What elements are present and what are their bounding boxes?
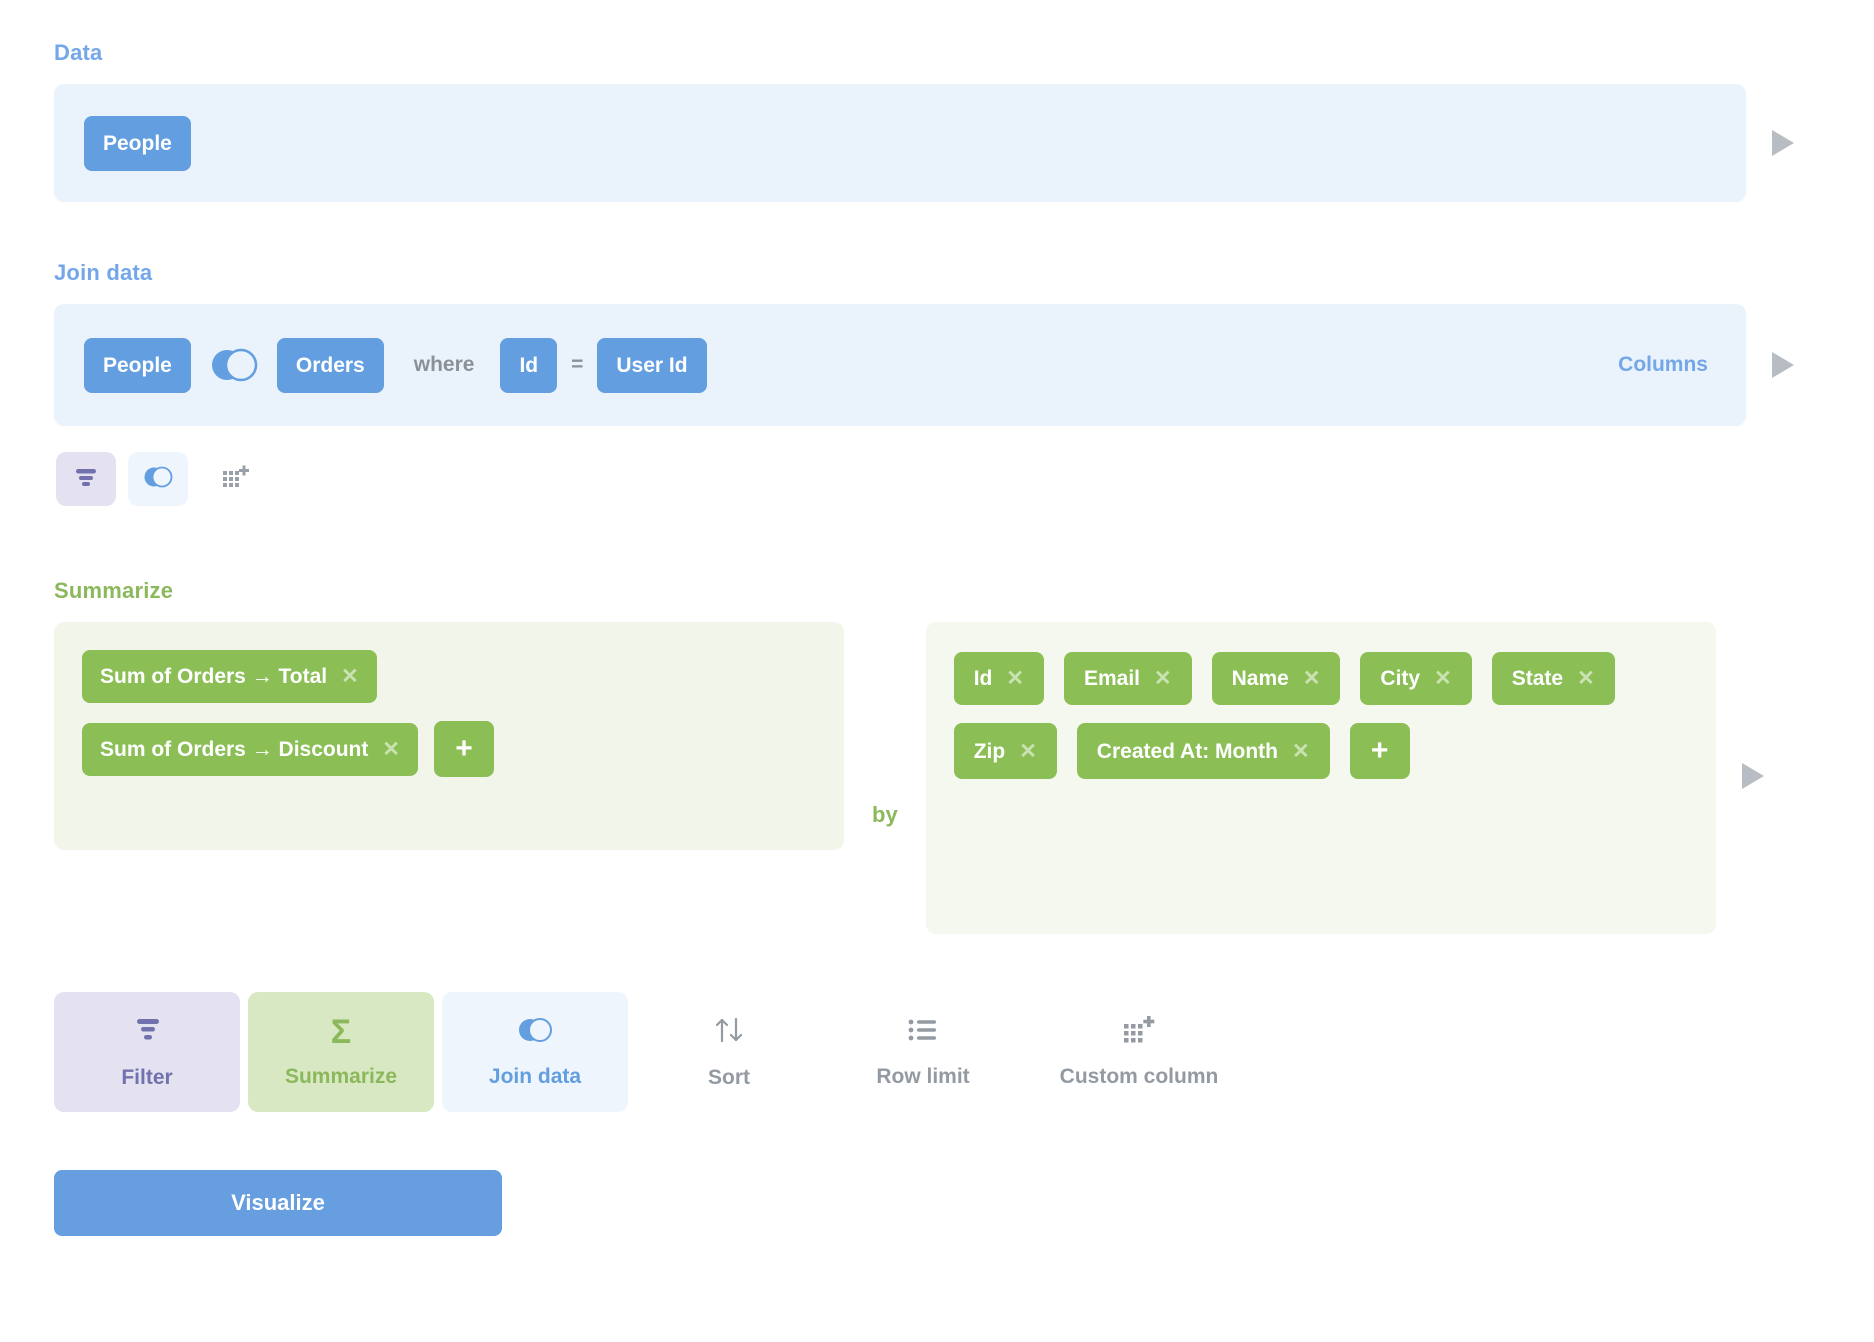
- join-left-table-pill[interactable]: People: [84, 338, 191, 393]
- remove-breakout-icon[interactable]: ✕: [1434, 668, 1452, 689]
- breakout-pill[interactable]: City ✕: [1360, 652, 1471, 705]
- breakout-panel: Id ✕ Email ✕ Name ✕ City ✕ State ✕: [926, 622, 1716, 934]
- step-action-icon-strip: [56, 452, 1874, 506]
- aggregation-panel: Sum of Orders → Total ✕ Sum of Orders → …: [54, 622, 844, 850]
- add-aggregation-button[interactable]: +: [434, 721, 494, 777]
- list-icon: [906, 1016, 940, 1049]
- remove-breakout-icon[interactable]: ✕: [1019, 741, 1037, 762]
- play-icon: [1740, 761, 1766, 796]
- remove-aggregation-icon[interactable]: ✕: [341, 666, 359, 687]
- join-operator-label: =: [571, 353, 583, 377]
- breakout-label: Name: [1232, 668, 1289, 689]
- join-where-label: where: [414, 353, 475, 377]
- remove-breakout-icon[interactable]: ✕: [1154, 668, 1172, 689]
- breakout-label: Email: [1084, 668, 1140, 689]
- breakout-label: Zip: [974, 741, 1006, 762]
- add-filter-icon-button[interactable]: [56, 452, 116, 506]
- summarize-section: Summarize Sum of Orders → Total ✕ Sum of…: [54, 578, 1874, 934]
- join-right-key-pill[interactable]: User Id: [597, 338, 706, 393]
- breakout-pill[interactable]: Created At: Month ✕: [1077, 723, 1330, 779]
- summarize-run-button[interactable]: [1716, 761, 1790, 796]
- remove-breakout-icon[interactable]: ✕: [1292, 741, 1310, 762]
- join-columns-link[interactable]: Columns: [1618, 353, 1716, 377]
- action-row-limit-label: Row limit: [876, 1065, 969, 1089]
- join-step: People Orders where Id = User Id Columns: [54, 304, 1820, 426]
- data-section-title: Data: [54, 40, 1874, 66]
- remove-breakout-icon[interactable]: ✕: [1577, 668, 1595, 689]
- aggregation-label: Sum of Orders → Discount: [100, 739, 368, 760]
- data-run-button[interactable]: [1746, 128, 1820, 158]
- breakout-label: State: [1512, 668, 1563, 689]
- add-custom-column-icon-button[interactable]: [206, 452, 266, 506]
- join-right-table-pill[interactable]: Orders: [277, 338, 384, 393]
- breakout-label: Created At: Month: [1097, 741, 1278, 762]
- breakout-label: Id: [974, 668, 993, 689]
- breakout-label: City: [1380, 668, 1420, 689]
- join-run-button[interactable]: [1746, 350, 1820, 380]
- aggregation-pill[interactable]: Sum of Orders → Total ✕: [82, 650, 377, 703]
- data-table-pill[interactable]: People: [84, 116, 191, 171]
- filter-icon: [72, 465, 100, 494]
- action-custom-column[interactable]: Custom column: [1024, 992, 1254, 1112]
- custom-column-icon: [222, 465, 250, 494]
- data-step: People: [54, 84, 1820, 202]
- join-section: Join data People Orders where Id: [54, 260, 1874, 506]
- action-sort[interactable]: Sort: [636, 992, 822, 1112]
- remove-aggregation-icon[interactable]: ✕: [382, 739, 400, 760]
- action-summarize-label: Summarize: [285, 1065, 397, 1089]
- join-step-panel: People Orders where Id = User Id Columns: [54, 304, 1746, 426]
- summarize-section-title: Summarize: [54, 578, 1874, 604]
- aggregation-pill[interactable]: Sum of Orders → Discount ✕: [82, 723, 418, 776]
- venn-icon: [515, 1016, 555, 1049]
- breakout-pill[interactable]: Zip ✕: [954, 723, 1057, 779]
- action-summarize[interactable]: Σ Summarize: [248, 992, 434, 1112]
- visualize-button[interactable]: Visualize: [54, 1170, 502, 1236]
- breakout-pill[interactable]: Name ✕: [1212, 652, 1341, 705]
- action-join-data-label: Join data: [489, 1065, 581, 1089]
- venn-left-join-icon[interactable]: [207, 346, 261, 384]
- aggregation-label: Sum of Orders → Total: [100, 666, 327, 687]
- breakout-pill[interactable]: Id ✕: [954, 652, 1044, 705]
- data-step-panel: People: [54, 84, 1746, 202]
- venn-icon: [141, 465, 175, 494]
- filter-icon: [130, 1015, 164, 1050]
- remove-breakout-icon[interactable]: ✕: [1303, 668, 1321, 689]
- breakout-pill[interactable]: State ✕: [1492, 652, 1615, 705]
- join-clause: People Orders where Id = User Id Columns: [84, 338, 1716, 393]
- add-join-icon-button[interactable]: [128, 452, 188, 506]
- query-notebook: Data People Join data People: [0, 0, 1874, 1342]
- data-section: Data People: [54, 40, 1874, 202]
- aggregation-row: Sum of Orders → Total ✕: [82, 650, 816, 703]
- add-breakout-button[interactable]: +: [1350, 723, 1410, 779]
- action-join-data[interactable]: Join data: [442, 992, 628, 1112]
- remove-breakout-icon[interactable]: ✕: [1006, 668, 1024, 689]
- breakout-pill[interactable]: Email ✕: [1064, 652, 1192, 705]
- play-icon: [1770, 350, 1796, 380]
- join-left-key-pill[interactable]: Id: [500, 338, 557, 393]
- play-icon: [1770, 128, 1796, 158]
- sort-arrows-icon: [709, 1015, 749, 1050]
- custom-column-icon: [1122, 1016, 1156, 1049]
- summarize-by-label: by: [844, 802, 926, 828]
- action-sort-label: Sort: [708, 1066, 750, 1090]
- summarize-step: Sum of Orders → Total ✕ Sum of Orders → …: [54, 622, 1820, 934]
- join-section-title: Join data: [54, 260, 1874, 286]
- action-button-bar: Filter Σ Summarize Join data: [54, 992, 1874, 1112]
- action-filter[interactable]: Filter: [54, 992, 240, 1112]
- aggregation-row: Sum of Orders → Discount ✕ +: [82, 721, 816, 777]
- action-filter-label: Filter: [121, 1066, 172, 1090]
- sigma-icon: Σ: [331, 1015, 351, 1049]
- action-custom-column-label: Custom column: [1060, 1065, 1219, 1089]
- action-row-limit[interactable]: Row limit: [830, 992, 1016, 1112]
